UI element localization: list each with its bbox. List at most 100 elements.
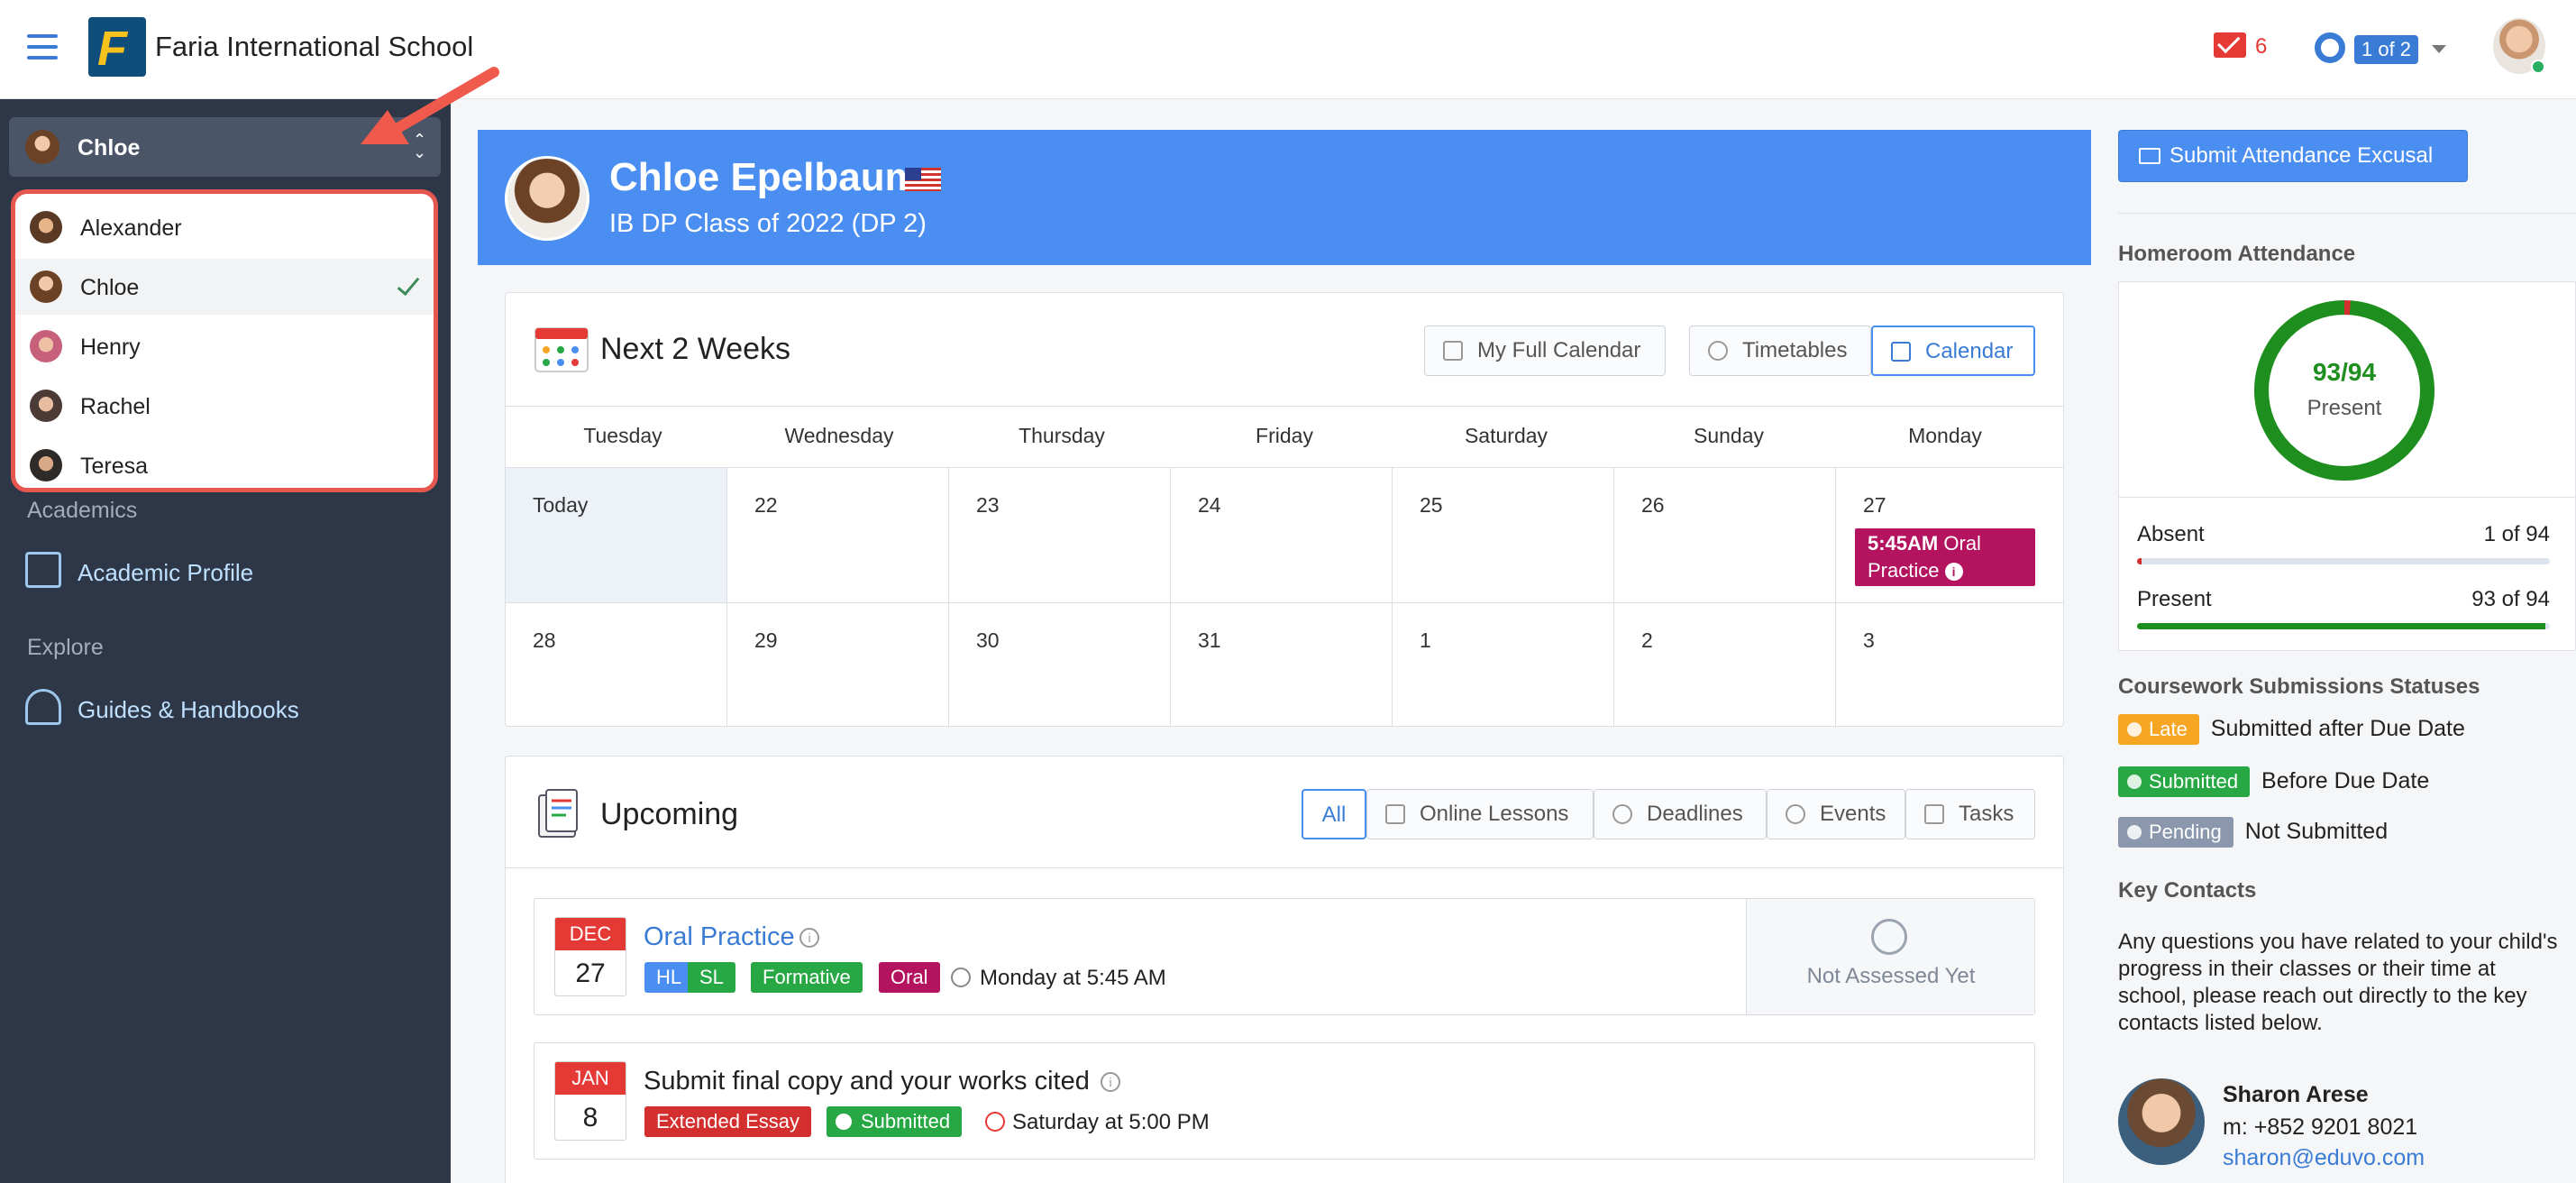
child-option-rachel[interactable]: Rachel [15,378,434,434]
calendar-day-cell[interactable]: 2 [1614,602,1836,726]
day-number: 1 [1420,628,1431,652]
not-assessed-label: Not Assessed Yet [1806,964,1976,988]
info-icon[interactable]: i [1101,1072,1120,1092]
calendar-day-cell[interactable]: 28 [506,602,727,726]
calendar-view-button[interactable]: Calendar [1871,326,2035,376]
divider [2119,497,2576,498]
timetables-button[interactable]: Timetables [1689,326,1871,376]
school-logo[interactable]: F [88,17,146,77]
present-bar [2137,623,2550,629]
info-icon[interactable]: i [799,928,819,948]
student-class: IB DP Class of 2022 (DP 2) [609,209,927,238]
child-option-label: Rachel [80,394,151,419]
divider [2118,213,2576,214]
date-month: JAN [555,1062,626,1095]
clock-icon [1786,804,1805,824]
item-title-link[interactable]: Oral Practice [644,922,795,952]
rachel-avatar [30,390,62,422]
child-dropdown: Alexander Chloe Henry Rachel Teresa [11,189,438,492]
filter-events[interactable]: Events [1767,789,1905,839]
present-value: 93 of 94 [2471,587,2550,611]
info-icon[interactable]: i [1944,563,1963,582]
pending-badge: Pending [2118,817,2233,848]
mail-count[interactable]: 6 [2255,34,2267,60]
day-header: Thursday [1019,424,1105,447]
calendar-day-cell[interactable]: 25 [1393,467,1614,602]
mail-icon[interactable] [2214,32,2246,58]
upcoming-item[interactable]: JAN 8 Submit final copy and your works c… [534,1042,2035,1160]
calendar-day-cell[interactable]: 31 [1171,602,1393,726]
calendar-day-cell[interactable]: 1 [1393,602,1614,726]
child-option-alexander[interactable]: Alexander [15,199,434,255]
tag-sl: SL [688,962,735,993]
day-header: Sunday [1693,424,1764,447]
tag-formative: Formative [751,962,863,993]
calendar-small-icon [1891,342,1911,362]
submitted-description: Before Due Date [2261,768,2430,793]
sidebar-section-explore: Explore [27,635,104,660]
day-number: 27 [1863,493,1886,517]
upcoming-item[interactable]: DEC 27 Oral Practice i HL SL Formative O… [534,898,2035,1015]
calendar-day-cell[interactable]: 22 [727,467,949,602]
my-full-calendar-button[interactable]: My Full Calendar [1424,326,1666,376]
sidebar-item-guides-handbooks[interactable]: Guides & Handbooks [78,696,299,724]
child-option-teresa[interactable]: Teresa [15,437,434,488]
calendar-day-cell[interactable]: 24 [1171,467,1393,602]
date-day: 27 [575,958,606,988]
filter-all[interactable]: All [1302,789,1366,839]
check-circle-icon [836,1114,852,1130]
envelope-icon [2139,148,2160,164]
calendar-day-cell[interactable]: 26 [1614,467,1836,602]
filter-online-lessons[interactable]: Online Lessons [1366,789,1594,839]
teresa-avatar [30,449,62,481]
calendar-title: Next 2 Weeks [600,332,791,366]
day-number: 29 [754,628,778,652]
child-option-henry[interactable]: Henry [15,318,434,374]
child-option-chloe[interactable]: Chloe [15,259,434,315]
contact-email-link[interactable]: sharon@eduvo.com [2223,1145,2425,1171]
legend-pending: Pending Not Submitted [2118,817,2388,848]
calendar-day-cell[interactable]: 3 [1836,602,2063,726]
calendar-day-cell[interactable]: 30 [949,602,1171,726]
calendar-day-cell[interactable]: 23 [949,467,1171,602]
homeroom-attendance-heading: Homeroom Attendance [2118,242,2356,266]
calendar-icon [534,327,589,372]
day-number: 26 [1641,493,1665,517]
filter-deadlines[interactable]: Deadlines [1594,789,1767,839]
page-badge[interactable]: 1 of 2 [2354,35,2419,64]
calendar-day-cell[interactable]: Today [506,467,727,602]
child-option-label: Alexander [80,216,182,241]
late-description: Submitted after Due Date [2210,716,2465,741]
day-number: Today [533,493,589,517]
student-header: Chloe Epelbaum IB DP Class of 2022 (DP 2… [478,130,2091,265]
task-icon [1924,804,1944,824]
child-option-label: Teresa [80,454,149,479]
chloe-avatar [30,271,62,303]
legend-submitted: Submitted Before Due Date [2118,766,2429,797]
menu-icon[interactable] [27,34,58,60]
filter-tasks[interactable]: Tasks [1905,789,2035,839]
calendar-event[interactable]: 5:45AM Oral Practice i [1855,528,2035,586]
help-icon[interactable] [2315,32,2345,63]
submit-attendance-excusal-button[interactable]: Submit Attendance Excusal [2118,130,2468,182]
calendar-day-cell[interactable]: 29 [727,602,949,726]
checkmark-icon [397,271,420,297]
books-icon [538,789,578,838]
day-header: Wednesday [784,424,894,447]
date-badge: JAN 8 [554,1061,626,1141]
sidebar-item-academic-profile[interactable]: Academic Profile [78,559,253,587]
child-option-label: Chloe [80,275,140,300]
divider [506,867,2063,868]
sidebar-section-academics: Academics [27,498,138,523]
pending-description: Not Submitted [2244,819,2389,844]
chevron-down-icon[interactable] [2432,45,2446,53]
absent-bar-fill [2137,558,2142,564]
guides-icon [25,689,61,725]
student-photo [505,156,589,241]
my-full-calendar-label: My Full Calendar [1477,338,1641,362]
tag-hl: HL [644,962,694,993]
day-header: Monday [1908,424,1982,447]
contact-phone: m: +852 9201 8021 [2223,1114,2418,1140]
divider [506,406,2063,407]
item-title[interactable]: Submit final copy and your works cited [644,1067,1090,1096]
